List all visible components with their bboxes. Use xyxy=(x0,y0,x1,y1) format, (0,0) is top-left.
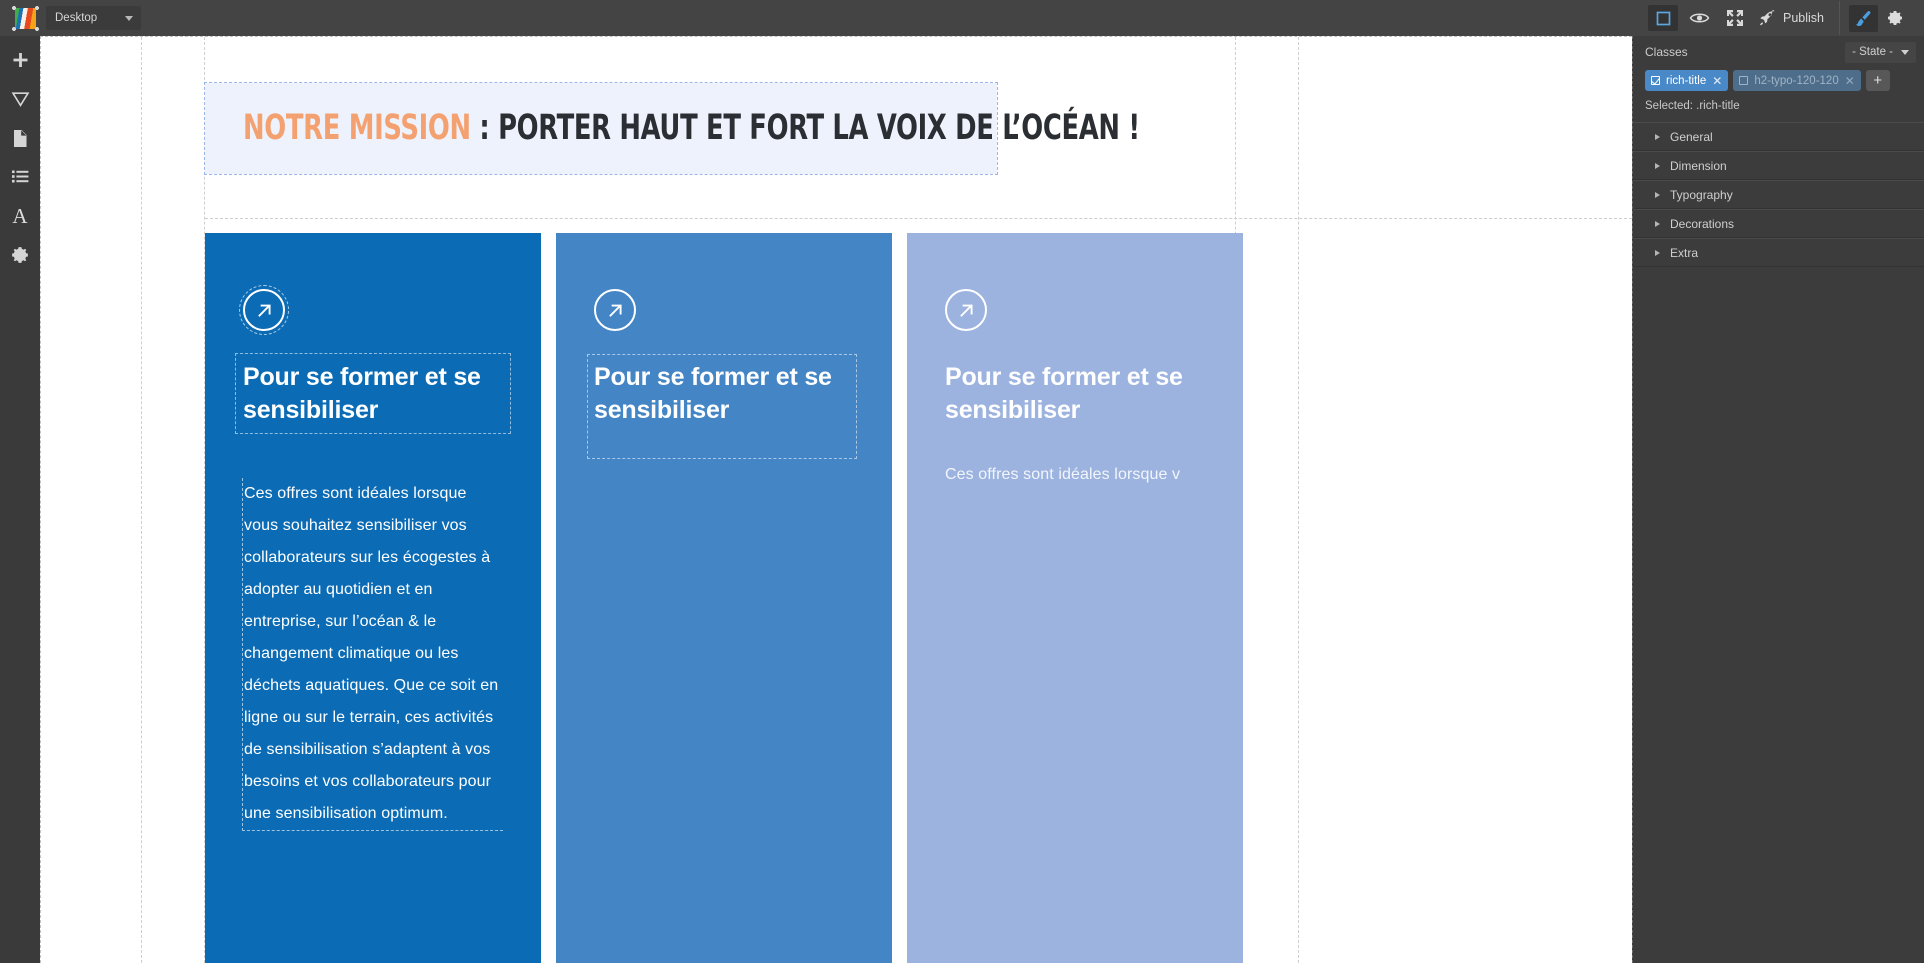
device-selector-label: Desktop xyxy=(55,12,98,24)
chevron-down-icon xyxy=(1901,49,1909,55)
class-chip-rich-title[interactable]: rich-title ✕ xyxy=(1645,70,1729,91)
style-manager-button[interactable] xyxy=(1849,4,1878,32)
sector-label: Extra xyxy=(1670,245,1699,260)
card-title[interactable]: Pour se former et se sensibiliser xyxy=(587,354,857,459)
device-selector[interactable]: Desktop xyxy=(46,6,141,30)
class-chip-h2-typo[interactable]: h2-typo-120-120 ✕ xyxy=(1733,70,1861,91)
chevron-down-icon xyxy=(125,15,133,21)
page-title[interactable]: NOTRE MISSION : PORTER HAUT ET FORT LA V… xyxy=(243,111,1140,146)
sector-extra[interactable]: Extra xyxy=(1633,238,1924,267)
gear-icon xyxy=(12,247,28,263)
chevron-right-icon xyxy=(1655,162,1660,169)
card-body[interactable]: Ces offres sont idéales lorsque vous sou… xyxy=(242,478,503,831)
class-chip-label: h2-typo-120-120 xyxy=(1754,74,1839,87)
workspace: A NOTRE MISSION : PORTER HAUT ET FORT LA… xyxy=(0,36,1924,963)
hero-title-block[interactable]: NOTRE MISSION : PORTER HAUT ET FORT LA V… xyxy=(204,82,1140,175)
cards-row: Pour se former et se sensibiliser Ces of… xyxy=(205,233,1243,963)
checkbox-icon[interactable] xyxy=(1651,76,1660,85)
publish-label: Publish xyxy=(1783,11,1824,25)
sector-general[interactable]: General xyxy=(1633,122,1924,151)
arrow-up-right-circle-icon[interactable] xyxy=(945,289,987,331)
sector-dimension[interactable]: Dimension xyxy=(1633,151,1924,180)
letter-a-icon: A xyxy=(12,203,28,228)
sector-decorations[interactable]: Decorations xyxy=(1633,209,1924,238)
class-chip-label: rich-title xyxy=(1666,74,1707,87)
empty-row-block[interactable] xyxy=(205,175,1632,219)
chevron-right-icon xyxy=(1655,133,1660,140)
card-title[interactable]: Pour se former et se sensibiliser xyxy=(235,353,511,434)
card-2[interactable]: Pour se former et se sensibiliser xyxy=(556,233,892,963)
page-icon xyxy=(14,129,27,147)
arrow-up-right-circle-icon[interactable] xyxy=(239,285,289,335)
sector-label: Dimension xyxy=(1670,158,1727,173)
state-selector[interactable]: - State - xyxy=(1845,41,1916,63)
list-icon xyxy=(11,170,28,182)
toolbar-divider xyxy=(1839,1,1840,35)
rail-item-pages[interactable] xyxy=(5,125,35,151)
classes-label: Classes xyxy=(1645,45,1688,59)
plus-icon xyxy=(13,52,27,67)
close-icon[interactable]: ✕ xyxy=(1845,75,1855,87)
sector-label: Decorations xyxy=(1670,216,1735,231)
checkbox-icon[interactable] xyxy=(1739,76,1749,85)
add-class-button[interactable]: + xyxy=(1865,70,1890,91)
borders-toggle-button[interactable] xyxy=(1648,5,1678,31)
settings-button[interactable] xyxy=(1878,5,1912,32)
page-title-accent: NOTRE MISSION xyxy=(243,108,471,148)
toolbar-actions: Publish xyxy=(1645,5,1836,31)
rail-item-add-blocks[interactable] xyxy=(5,47,35,73)
rail-item-settings[interactable] xyxy=(5,242,35,268)
preview-button[interactable] xyxy=(1684,5,1714,31)
canvas[interactable]: NOTRE MISSION : PORTER HAUT ET FORT LA V… xyxy=(40,36,1632,963)
rocket-icon xyxy=(1760,9,1775,25)
publish-button[interactable]: Publish xyxy=(1753,5,1836,31)
canvas-guide-left xyxy=(141,37,142,963)
app-logo[interactable] xyxy=(0,5,40,29)
eye-icon xyxy=(1689,13,1709,23)
rail-item-layers[interactable] xyxy=(5,164,35,190)
arrow-up-right-circle-icon[interactable] xyxy=(594,289,636,331)
left-rail: A xyxy=(0,36,40,963)
chevron-right-icon xyxy=(1655,249,1660,256)
card-title[interactable]: Pour se former et se sensibiliser xyxy=(945,361,1205,426)
close-icon[interactable]: ✕ xyxy=(1712,75,1722,87)
expand-arrows-icon xyxy=(1727,10,1743,26)
rail-item-style-manager[interactable] xyxy=(5,86,35,112)
style-manager-panel: Classes - State - rich-title ✕ h2-typo-1… xyxy=(1632,36,1924,963)
square-outline-icon xyxy=(1656,11,1670,25)
state-selector-label: - State - xyxy=(1852,46,1893,58)
page-title-rest: : PORTER HAUT ET FORT LA VOIX DE L’OCÉAN… xyxy=(470,108,1140,148)
card-3[interactable]: Pour se former et se sensibiliser Ces of… xyxy=(907,233,1243,963)
paint-brush-icon xyxy=(1856,10,1871,26)
selected-target-label: Selected: .rich-title xyxy=(1645,100,1740,112)
card-1[interactable]: Pour se former et se sensibiliser Ces of… xyxy=(205,233,541,963)
rainbow-logo-icon xyxy=(11,5,39,29)
diamond-icon xyxy=(11,92,29,107)
chevron-right-icon xyxy=(1655,220,1660,227)
top-toolbar: Desktop Publish xyxy=(0,0,1924,36)
canvas-frame[interactable]: NOTRE MISSION : PORTER HAUT ET FORT LA V… xyxy=(40,36,1632,963)
gear-icon xyxy=(1888,11,1902,25)
chevron-right-icon xyxy=(1655,191,1660,198)
page-builder-app: Desktop Publish A NOTRE MISSION: PORTER… xyxy=(0,0,1924,963)
fullscreen-button[interactable] xyxy=(1720,5,1750,31)
sector-label: Typography xyxy=(1670,187,1733,202)
rail-item-typography[interactable]: A xyxy=(5,203,35,229)
classes-header: Classes - State - xyxy=(1633,36,1924,68)
sector-label: General xyxy=(1670,129,1713,144)
class-chips: rich-title ✕ h2-typo-120-120 ✕ + xyxy=(1633,68,1924,99)
card-body[interactable]: Ces offres sont idéales lorsque v xyxy=(945,459,1205,491)
sector-typography[interactable]: Typography xyxy=(1633,180,1924,209)
